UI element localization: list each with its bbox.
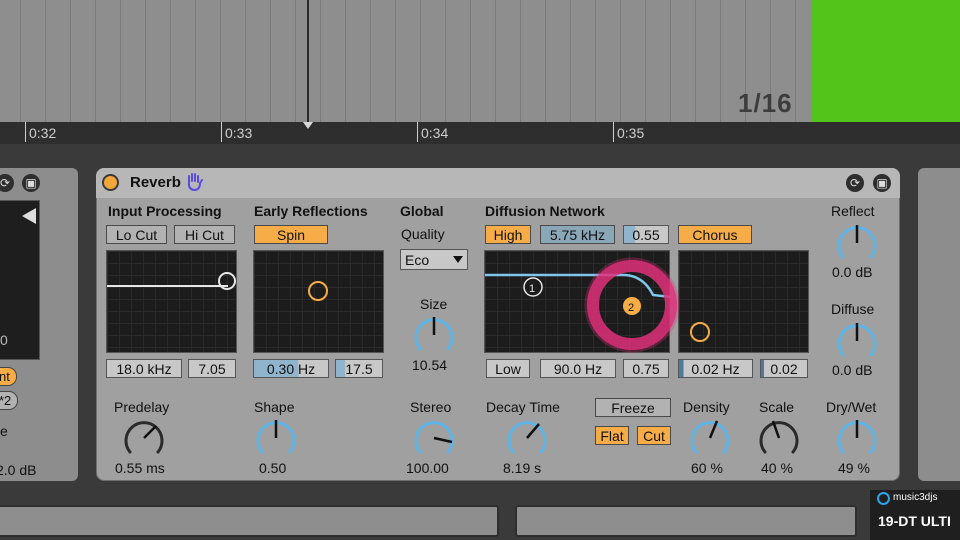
spin-rate-field[interactable]: 0.30 Hz <box>253 359 329 378</box>
hi-cut-button[interactable]: Hi Cut <box>174 225 235 244</box>
dry-wet-label: Dry/Wet <box>826 399 877 415</box>
previous-device-value: 2.0 dB <box>0 462 37 478</box>
density-label: Density <box>683 399 730 415</box>
decay-time-label: Decay Time <box>486 399 560 415</box>
reflect-label: Reflect <box>831 203 875 219</box>
spin-button[interactable]: Spin <box>254 225 328 244</box>
input-freq-field[interactable]: 18.0 kHz <box>106 359 182 378</box>
section-input-processing: Input Processing <box>108 203 222 219</box>
decay-time-value: 8.19 s <box>503 460 542 476</box>
flat-button[interactable]: Flat <box>595 426 629 445</box>
spin-xy-display[interactable] <box>253 250 384 353</box>
next-device <box>918 168 960 481</box>
low-q-field[interactable]: 0.75 <box>623 359 669 378</box>
input-q-field[interactable]: 7.05 <box>188 359 236 378</box>
scale-label: Scale <box>759 399 795 415</box>
size-value: 10.54 <box>412 357 448 373</box>
playhead-marker <box>307 0 309 122</box>
decay-time-knob[interactable] <box>505 416 549 460</box>
freeze-button[interactable]: Freeze <box>595 398 671 417</box>
predelay-label: Predelay <box>114 399 170 415</box>
save-icon[interactable]: ▣ <box>22 174 40 192</box>
chorus-button[interactable]: Chorus <box>678 225 752 244</box>
hot-swap-icon[interactable]: ⟳ <box>846 174 864 192</box>
predelay-knob[interactable] <box>122 416 166 460</box>
high-freq-field[interactable]: 5.75 kHz <box>540 225 615 244</box>
previous-device-button[interactable]: *2 <box>0 391 19 410</box>
density-value: 60 % <box>691 460 723 476</box>
track-name: 19-DT ULTI <box>878 513 951 529</box>
section-early-reflections: Early Reflections <box>254 203 368 219</box>
reflect-value: 0.0 dB <box>832 264 873 280</box>
low-freq-field[interactable]: 90.0 Hz <box>540 359 616 378</box>
low-button[interactable]: Low <box>486 359 530 378</box>
highlight-ring: 2 <box>584 257 680 353</box>
section-global: Global <box>400 203 444 219</box>
midi-clip[interactable] <box>812 0 960 122</box>
size-knob[interactable] <box>412 313 456 357</box>
input-filter-display[interactable] <box>106 250 237 353</box>
spin-amount-field[interactable]: 17.5 <box>335 359 383 378</box>
bottom-panel-left[interactable] <box>0 505 499 537</box>
cut-button[interactable]: Cut <box>637 426 671 445</box>
dry-wet-knob[interactable] <box>835 416 879 460</box>
chevron-down-icon <box>453 256 463 263</box>
diffuse-label: Diffuse <box>831 301 875 317</box>
high-button[interactable]: High <box>485 225 531 244</box>
triangle-left-icon <box>22 208 36 224</box>
shape-knob[interactable] <box>254 416 298 460</box>
save-preset-icon[interactable]: ▣ <box>873 174 891 192</box>
shape-label: Shape <box>254 399 295 415</box>
timeline-label: 0:34 <box>421 125 449 141</box>
shape-value: 0.50 <box>259 460 287 476</box>
previous-device-label: e <box>0 423 8 439</box>
reflect-knob[interactable] <box>835 221 879 265</box>
timeline-label: 0:35 <box>617 125 645 141</box>
bottom-panel-right[interactable] <box>515 505 857 537</box>
playhead-triangle-icon <box>303 122 313 129</box>
chorus-amount-field[interactable]: 0.02 <box>760 359 808 378</box>
timeline-label: 0:33 <box>225 125 253 141</box>
stereo-value: 100.00 <box>406 460 449 476</box>
stereo-knob[interactable] <box>412 416 456 460</box>
size-label: Size <box>420 296 448 312</box>
high-q-field[interactable]: 0.55 <box>623 225 669 244</box>
stereo-label: Stereo <box>410 399 452 415</box>
diffuse-knob[interactable] <box>835 319 879 363</box>
previous-device-button[interactable]: nt <box>0 367 17 386</box>
quality-dropdown[interactable]: Eco <box>400 249 468 270</box>
timeline-ruler[interactable]: 0:32 0:33 0:34 0:35 <box>0 122 960 144</box>
lo-cut-button[interactable]: Lo Cut <box>106 225 167 244</box>
density-knob[interactable] <box>688 416 732 460</box>
scale-value: 40 % <box>761 460 793 476</box>
quality-label: Quality <box>401 226 445 242</box>
predelay-value: 0.55 ms <box>115 460 165 476</box>
section-diffusion-network: Diffusion Network <box>485 203 605 219</box>
scale-knob[interactable] <box>757 416 801 460</box>
device-power-button[interactable] <box>102 174 119 191</box>
diffuse-value: 0.0 dB <box>832 362 873 378</box>
logo-text: music3djs <box>893 492 938 503</box>
chorus-rate-field[interactable]: 0.02 Hz <box>678 359 753 378</box>
device-title: Reverb <box>130 174 181 191</box>
dry-wet-value: 49 % <box>838 460 870 476</box>
logo-icon <box>877 492 890 505</box>
screen-digit: 0 <box>0 332 8 348</box>
eq-point-2[interactable]: 2 <box>628 302 634 314</box>
quality-value: Eco <box>405 252 430 268</box>
hand-icon <box>187 173 203 192</box>
chorus-xy-display[interactable] <box>678 250 809 353</box>
timeline-label: 0:32 <box>29 125 57 141</box>
device-title-bar[interactable] <box>96 168 900 198</box>
grid-division-label: 1/16 <box>738 88 793 118</box>
eq-point-1[interactable]: 1 <box>529 283 535 295</box>
